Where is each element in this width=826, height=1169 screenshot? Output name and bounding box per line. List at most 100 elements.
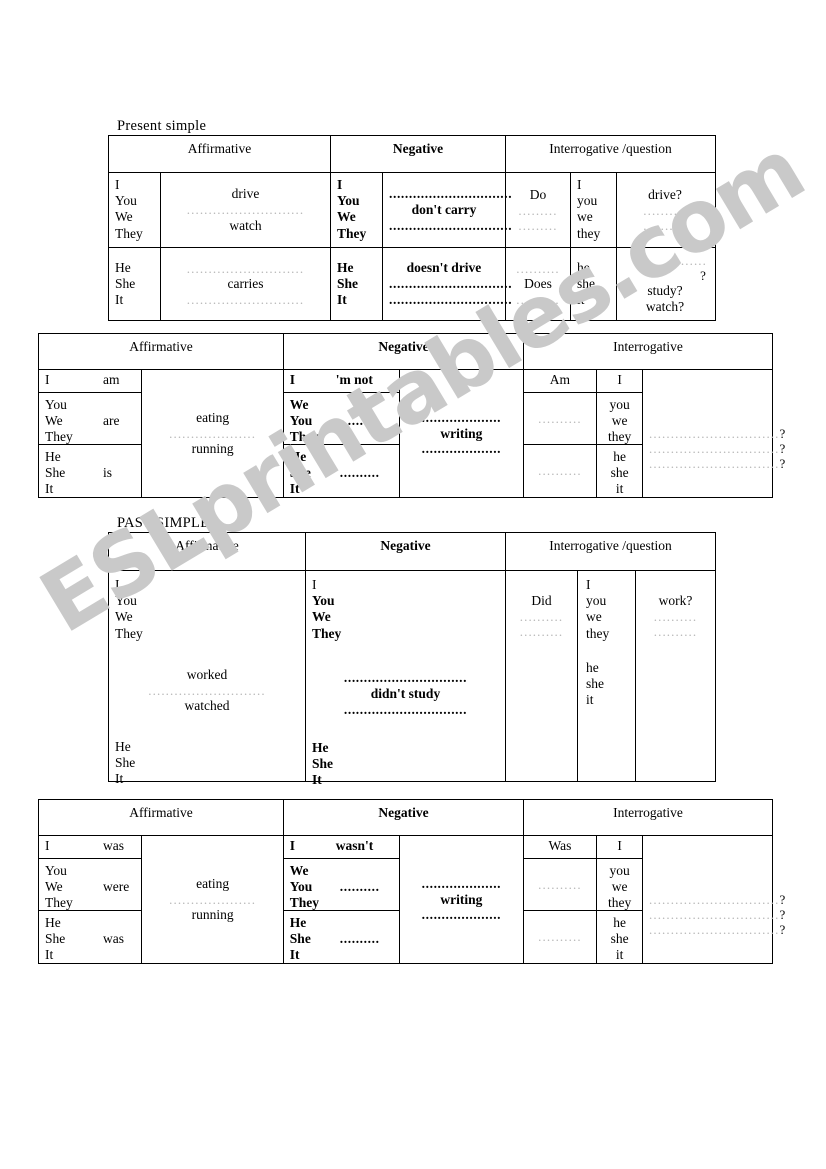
blank-line: ............................... (389, 217, 513, 233)
blank-line: .......... (653, 608, 698, 624)
pronoun: you (577, 193, 598, 209)
aff-row-plural: You We were They (39, 859, 142, 911)
blank-line: .................... (421, 441, 502, 457)
pronoun: She (289, 930, 311, 946)
verb: drive? (648, 186, 682, 202)
int-aux-plural: .......... (523, 859, 597, 911)
blank-line: ..............................? (649, 892, 785, 907)
pronoun: It (45, 946, 54, 962)
blank-line: .......... (519, 608, 564, 624)
blank-line: ............................... (343, 701, 468, 717)
pronoun: He (45, 914, 61, 930)
blank-line: ......... (518, 202, 558, 218)
pronoun: you (586, 593, 607, 609)
pronoun: you (609, 862, 630, 878)
pronoun: I (586, 577, 591, 592)
pronoun: they (577, 225, 601, 241)
blank-line: .......... (538, 463, 582, 479)
header-affirmative: Affirmative (39, 800, 284, 835)
verb: study? (647, 283, 683, 299)
cell-int-verbs: ..........? study? watch? (617, 248, 713, 320)
pronoun: You (289, 878, 313, 894)
pronoun: I (289, 372, 296, 387)
cell-neg-verb: doesn't drive ..........................… (383, 248, 512, 320)
header-interrogative: Interrogative (613, 339, 683, 354)
pronoun: I (577, 177, 582, 192)
verb: work? (658, 593, 693, 608)
pronoun: She (45, 464, 66, 480)
pronoun: They (115, 625, 143, 641)
dots: .............................. (649, 425, 780, 441)
dots: .............................. (649, 456, 780, 472)
table-header-row: Affirmative Negative Interrogative (39, 334, 772, 370)
pronoun: We (115, 209, 133, 225)
header-interrogative: Interrogative /question (549, 538, 672, 553)
question-mark: ? (779, 425, 787, 441)
int-pron-singular: he she it (597, 911, 642, 967)
neg-row-plural: We You.......... They (283, 859, 400, 911)
blank-line: .......... (516, 260, 560, 276)
pronoun: You (45, 396, 67, 412)
pronoun: we (611, 878, 628, 894)
cell-aff-verbs: eating .................... running (142, 836, 284, 963)
pronoun: they (586, 625, 610, 641)
pronoun: You (337, 193, 360, 209)
blank-line: ............................... (343, 669, 468, 685)
pronoun: He (289, 448, 307, 464)
cell-aff: I You We They worked ...................… (109, 571, 306, 786)
blank-line: ......... (518, 217, 558, 233)
section-title-past-simple: PAST SIMPLE (117, 515, 210, 531)
pronoun: We (45, 412, 63, 428)
pronoun: we (611, 412, 628, 428)
cell-int-pronouns: I you we they he she it (597, 836, 643, 963)
table-present-simple: Affirmative Negative Interrogative /ques… (108, 135, 716, 321)
cell-int-pronouns: I you we they he she it (578, 571, 636, 781)
question-mark: ? (779, 440, 787, 456)
pronoun: She (115, 755, 136, 771)
cell-int-pronouns: I you we they he she it (597, 370, 643, 497)
int-pron-i: I (597, 836, 642, 859)
header-affirmative: Affirmative (109, 533, 306, 570)
int-aux-singular: .......... (524, 445, 597, 497)
question-mark: ? (779, 922, 787, 938)
auxiliary: Was (548, 838, 572, 853)
pronoun: he (613, 914, 626, 930)
blank-line: .................... (169, 891, 257, 907)
pronoun: It (289, 480, 300, 496)
int-aux-plural: .......... (523, 393, 597, 445)
blank-line: ..............................? (649, 426, 785, 441)
cell-neg-pronouns: Iwasn't We You.......... They He She....… (283, 836, 401, 963)
table-present-continuous: Affirmative Negative Interrogative I am … (38, 333, 785, 498)
blank-line: .......... (643, 202, 687, 218)
blank-line: ..............................? (649, 907, 785, 922)
pronoun: She (289, 464, 311, 480)
pronoun: He (45, 448, 61, 464)
be-verb: wasn't (335, 838, 374, 853)
auxiliary: Did (531, 593, 552, 608)
pronoun: I (115, 177, 120, 192)
be-verb: 'm not (335, 372, 373, 387)
cell-neg-pronouns: I 'm not We You.......... They He She....… (283, 370, 401, 497)
neg-row-i: Iwasn't (283, 836, 400, 859)
neg-row-plural: We You.......... They (283, 393, 400, 445)
pronoun: They (289, 428, 320, 444)
pronoun: You (115, 193, 137, 209)
blank-line: .......... (516, 291, 560, 307)
pronoun: It (289, 946, 300, 962)
aff-row-plural: You We are They (39, 393, 142, 445)
verb: doesn't drive (406, 260, 482, 276)
cell-neg-pronouns: He She It (331, 248, 383, 320)
pronoun: They (312, 625, 342, 641)
int-pron-plural: you we they (597, 859, 642, 911)
cell-aff-verbs: eating .................... running (142, 370, 284, 497)
auxiliary: Do (529, 186, 547, 202)
int-pron-singular: he she it (597, 445, 642, 501)
cell-int-verbs: drive? .......... .......... (617, 173, 713, 247)
neg-verb-group: ............................... didn't s… (312, 670, 499, 718)
pronoun: it (615, 946, 624, 962)
header-negative: Negative (306, 533, 506, 570)
cell-int-aux: .......... Does .......... (506, 248, 571, 320)
pronoun: It (115, 292, 124, 308)
cell-aff-pronouns: I was You We were They He She was It (39, 836, 143, 963)
blank-line: ..........? (623, 253, 707, 284)
